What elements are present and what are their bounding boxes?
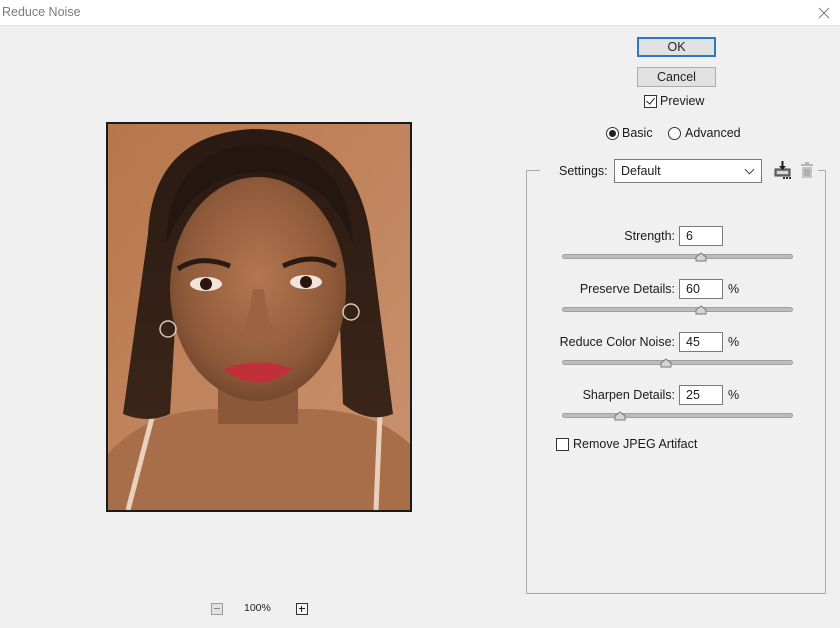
close-x-icon xyxy=(818,7,830,19)
remove-jpeg-artifact-checkbox[interactable] xyxy=(556,438,569,451)
reduce-color-noise-slider-thumb[interactable] xyxy=(660,357,672,367)
portrait-illustration xyxy=(108,124,410,510)
strength-label: Strength: xyxy=(560,229,675,243)
settings-dropdown[interactable]: Default xyxy=(614,159,762,183)
zoom-out-button[interactable] xyxy=(211,603,223,615)
ok-button[interactable]: OK xyxy=(637,37,716,57)
reduce-color-noise-unit: % xyxy=(728,335,739,349)
zoom-in-button[interactable] xyxy=(296,603,308,615)
chevron-down-icon xyxy=(745,165,755,175)
preserve-details-slider[interactable] xyxy=(562,307,793,312)
preview-image[interactable] xyxy=(106,122,412,512)
settings-selected-value: Default xyxy=(621,164,661,178)
save-preset-button[interactable] xyxy=(772,160,794,180)
preview-label[interactable]: Preview xyxy=(660,94,704,108)
group-border-top-right xyxy=(818,170,826,171)
sharpen-details-input[interactable]: 25 xyxy=(679,385,723,405)
window-title: Reduce Noise xyxy=(2,5,81,19)
sharpen-details-slider[interactable] xyxy=(562,413,793,418)
sharpen-details-label: Sharpen Details: xyxy=(560,388,675,402)
delete-preset-button[interactable] xyxy=(799,160,815,180)
preserve-details-unit: % xyxy=(728,282,739,296)
strength-input[interactable]: 6 xyxy=(679,226,723,246)
save-preset-icon xyxy=(772,160,794,180)
group-border-top-left xyxy=(526,170,540,171)
title-bar: Reduce Noise xyxy=(0,0,840,25)
checkmark-icon xyxy=(646,95,655,104)
cancel-button[interactable]: Cancel xyxy=(637,67,716,87)
remove-jpeg-artifact-label[interactable]: Remove JPEG Artifact xyxy=(573,437,697,451)
basic-radio-label[interactable]: Basic xyxy=(622,126,653,140)
basic-radio[interactable] xyxy=(606,127,619,140)
radio-selected-dot xyxy=(609,130,616,137)
reduce-color-noise-label: Reduce Color Noise: xyxy=(556,335,675,349)
zoom-level: 100% xyxy=(244,602,271,614)
preserve-details-label: Preserve Details: xyxy=(560,282,675,296)
title-separator xyxy=(0,25,840,26)
settings-label: Settings: xyxy=(559,164,608,178)
strength-slider[interactable] xyxy=(562,254,793,259)
close-button[interactable] xyxy=(812,3,836,23)
advanced-radio[interactable] xyxy=(668,127,681,140)
reduce-color-noise-input[interactable]: 45 xyxy=(679,332,723,352)
sharpen-details-unit: % xyxy=(728,388,739,402)
reduce-color-noise-slider[interactable] xyxy=(562,360,793,365)
advanced-radio-label[interactable]: Advanced xyxy=(685,126,741,140)
sharpen-details-slider-thumb[interactable] xyxy=(614,410,626,420)
preserve-details-slider-thumb[interactable] xyxy=(695,304,707,314)
preserve-details-input[interactable]: 60 xyxy=(679,279,723,299)
preview-checkbox[interactable] xyxy=(644,95,657,108)
strength-slider-thumb[interactable] xyxy=(695,251,707,261)
trash-icon xyxy=(799,160,815,180)
